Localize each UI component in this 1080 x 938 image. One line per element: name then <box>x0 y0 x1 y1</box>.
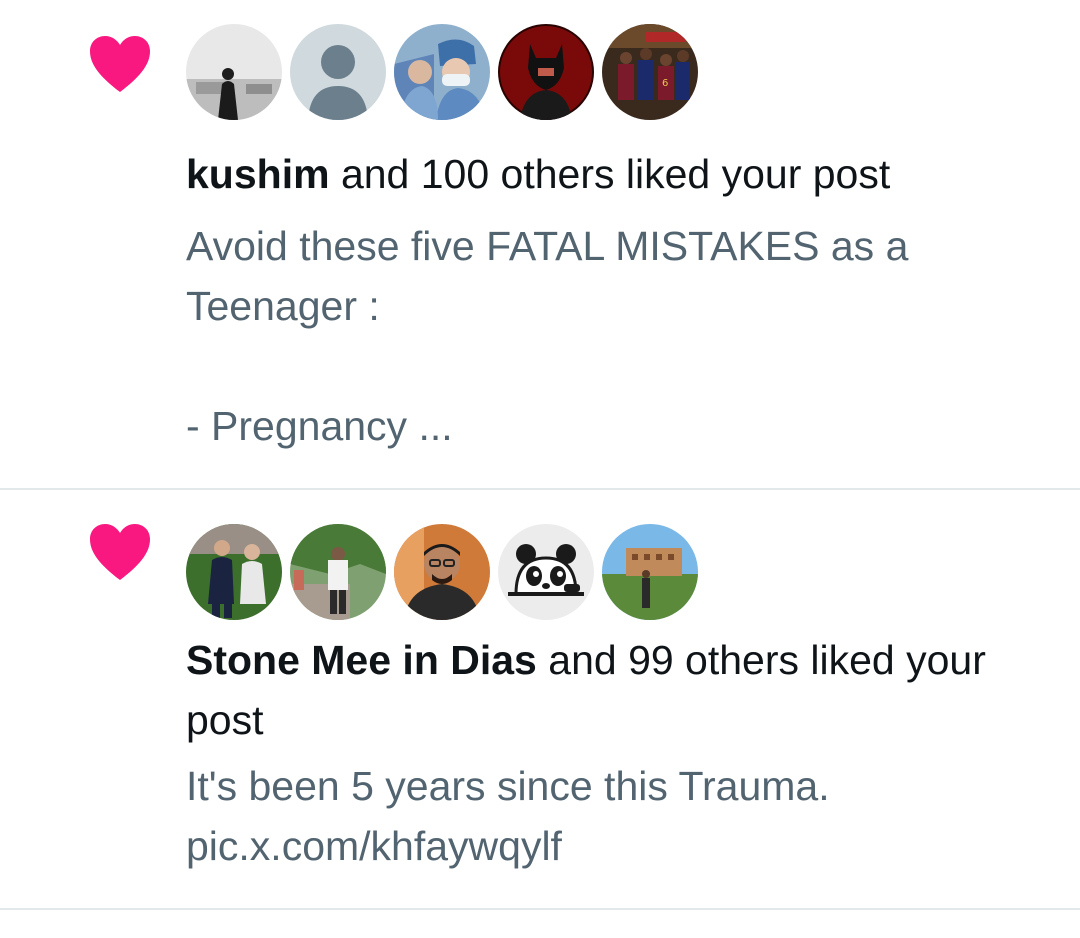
avatar[interactable] <box>394 24 490 120</box>
liker-avatars: 6 <box>186 24 698 122</box>
post-preview[interactable]: It's been 5 years since this Trauma. pic… <box>186 756 1006 876</box>
avatar[interactable]: 6 <box>602 24 698 120</box>
heart-icon <box>88 522 152 582</box>
avatar[interactable] <box>290 524 386 620</box>
actor-name[interactable]: kushim <box>186 151 330 197</box>
avatar[interactable] <box>186 524 282 620</box>
avatar[interactable] <box>186 24 282 120</box>
notification-headline: Stone Mee in Dias and 99 others liked yo… <box>186 630 1006 750</box>
notification-headline: kushim and 100 others liked your post <box>186 144 1006 204</box>
avatar[interactable] <box>498 524 594 620</box>
notifications-feed: 6 kushim and 100 others liked your post … <box>0 0 1080 938</box>
actor-name[interactable]: Stone Mee in Dias <box>186 637 537 683</box>
notification-item[interactable]: Stone Mee in Dias and 99 others liked yo… <box>0 490 1080 910</box>
avatar[interactable] <box>498 24 594 120</box>
post-preview[interactable]: Avoid these five FATAL MISTAKES as a Tee… <box>186 216 1006 456</box>
avatar[interactable] <box>602 524 698 620</box>
notification-item[interactable]: 6 kushim and 100 others liked your post … <box>0 0 1080 490</box>
heart-icon <box>88 34 152 94</box>
avatar[interactable] <box>290 24 386 120</box>
liker-avatars <box>186 524 698 622</box>
notification-action: and 100 others liked your post <box>329 151 891 197</box>
avatar[interactable] <box>394 524 490 620</box>
svg-text:6: 6 <box>662 78 668 89</box>
